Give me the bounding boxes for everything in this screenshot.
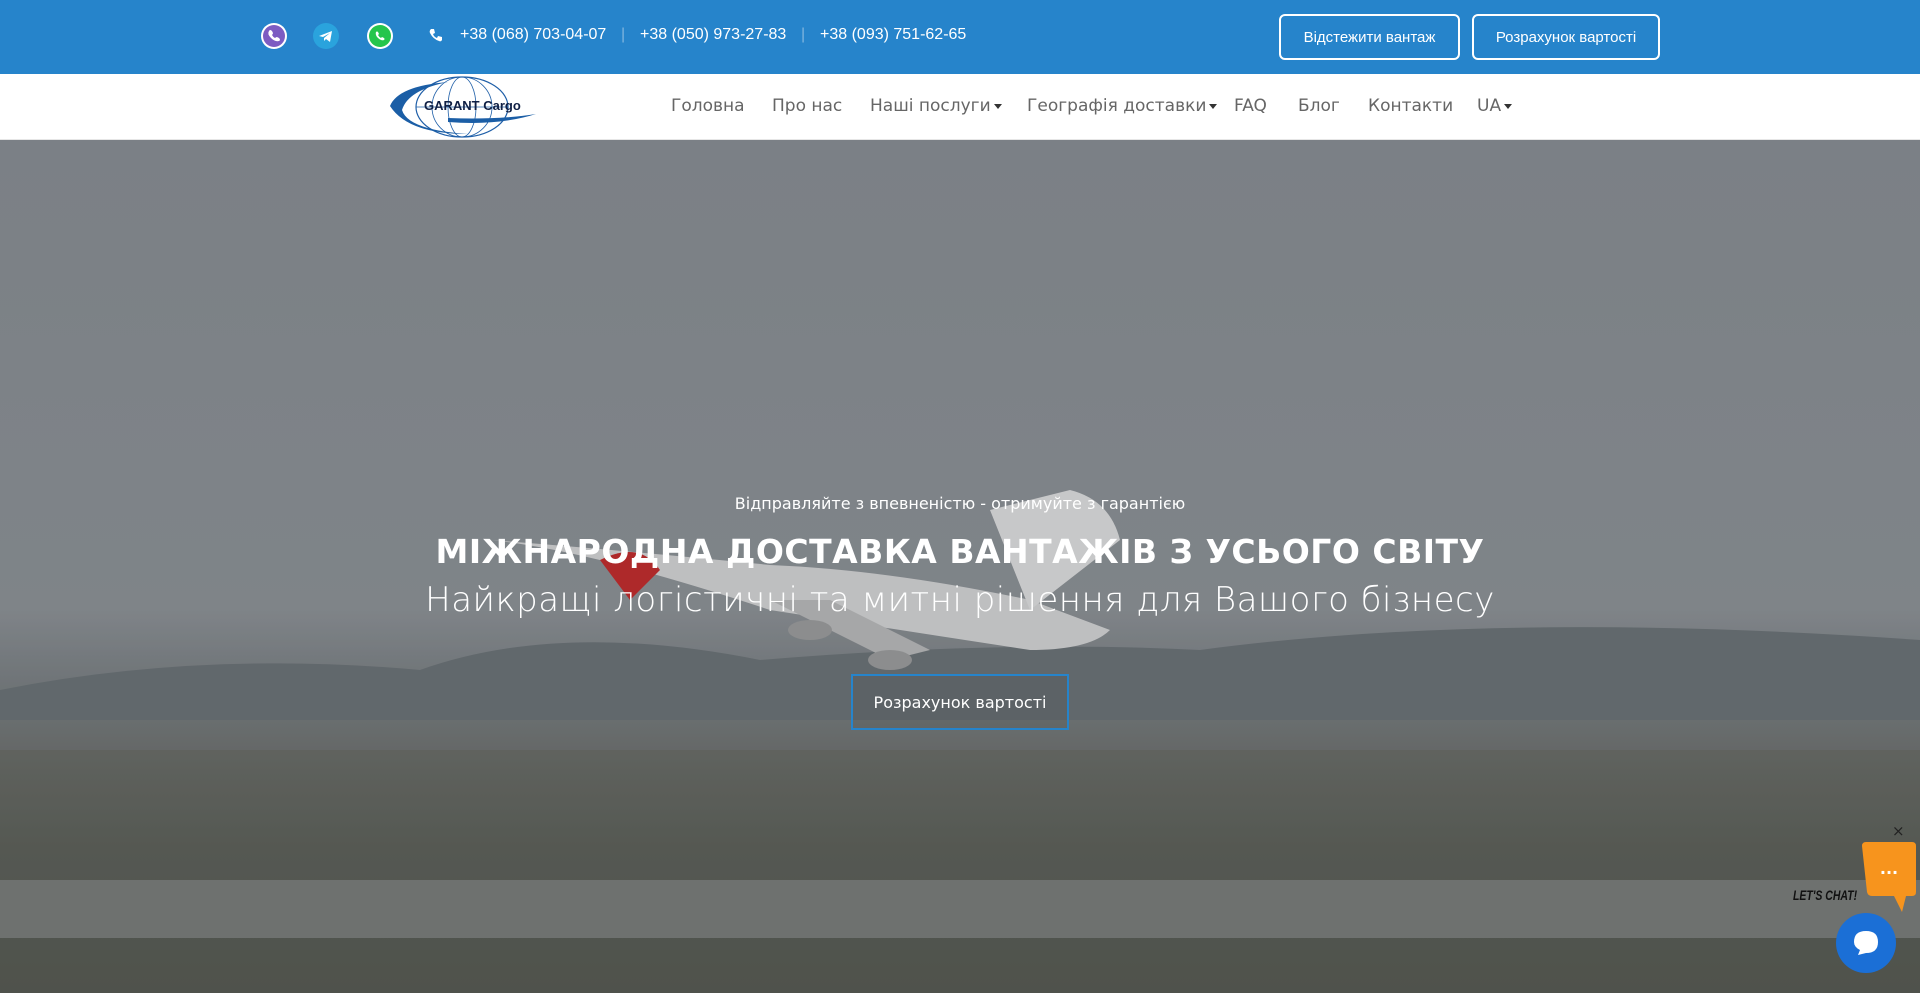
track-cargo-button[interactable]: Відстежити вантаж [1279,14,1460,60]
chat-open-button[interactable] [1836,913,1896,973]
main-navbar: GARANT Cargo Головна Про нас Наші послуг… [0,74,1920,140]
nav-item-about[interactable]: Про нас [772,96,842,116]
nav-item-label: Контакти [1368,96,1454,116]
whatsapp-icon[interactable] [366,22,394,50]
telegram-icon[interactable] [312,22,340,50]
chat-icon [1854,931,1878,955]
nav-item-label: FAQ [1234,96,1267,116]
viber-icon[interactable] [260,22,288,50]
phone-number-1[interactable]: +38 (068) 703-04-07 [460,26,606,44]
hero-title: МІЖНАРОДНА ДОСТАВКА ВАНТАЖІВ З УСЬОГО СВ… [435,532,1485,571]
language-label: UA [1477,96,1502,116]
nav-item-home[interactable]: Головна [671,96,745,116]
calculate-cost-button[interactable]: Розрахунок вартості [1472,14,1660,60]
nav-item-services[interactable]: Наші послуги [870,96,1002,116]
phone-separator: | [621,26,626,43]
chat-label: LET'S CHAT! [1793,887,1858,903]
nav-item-geography[interactable]: Географія доставки [1027,96,1218,116]
phone-number-3[interactable]: +38 (093) 751-62-65 [820,26,966,44]
chat-close-icon[interactable]: × [1892,822,1905,840]
nav-item-blog[interactable]: Блог [1298,96,1340,116]
nav-item-label: Головна [671,96,745,116]
top-contact-bar: +38 (068) 703-04-07 | +38 (050) 973-27-8… [0,0,1920,74]
language-selector[interactable]: UA [1477,96,1513,116]
hero-subtitle: Відправляйте з впевненістю - отримуйте з… [734,494,1186,513]
hero-section: Відправляйте з впевненістю - отримуйте з… [0,140,1920,993]
hero-calculate-button[interactable]: Розрахунок вартості [851,674,1069,730]
nav-item-faq[interactable]: FAQ [1234,96,1267,116]
chat-bubble-text: ... [1880,859,1898,878]
nav-item-label: Про нас [772,96,843,116]
nav-item-contacts[interactable]: Контакти [1368,96,1453,116]
nav-item-label: Блог [1298,96,1340,116]
chat-bubble-icon[interactable]: ... [1862,840,1916,912]
phone-number-2[interactable]: +38 (050) 973-27-83 [640,26,786,44]
chevron-down-icon [1504,103,1513,109]
logo-text: GARANT Cargo [424,98,521,113]
hero-tagline: Найкращі логістичні та митні рішення для… [425,580,1495,620]
phone-icon [429,29,442,42]
nav-item-label: Географія доставки [1027,96,1207,116]
garant-cargo-logo[interactable]: GARANT Cargo [388,74,538,140]
chevron-down-icon [1209,103,1218,109]
chevron-down-icon [993,103,1002,109]
phone-separator: | [801,26,806,43]
nav-item-label: Наші послуги [870,96,991,116]
